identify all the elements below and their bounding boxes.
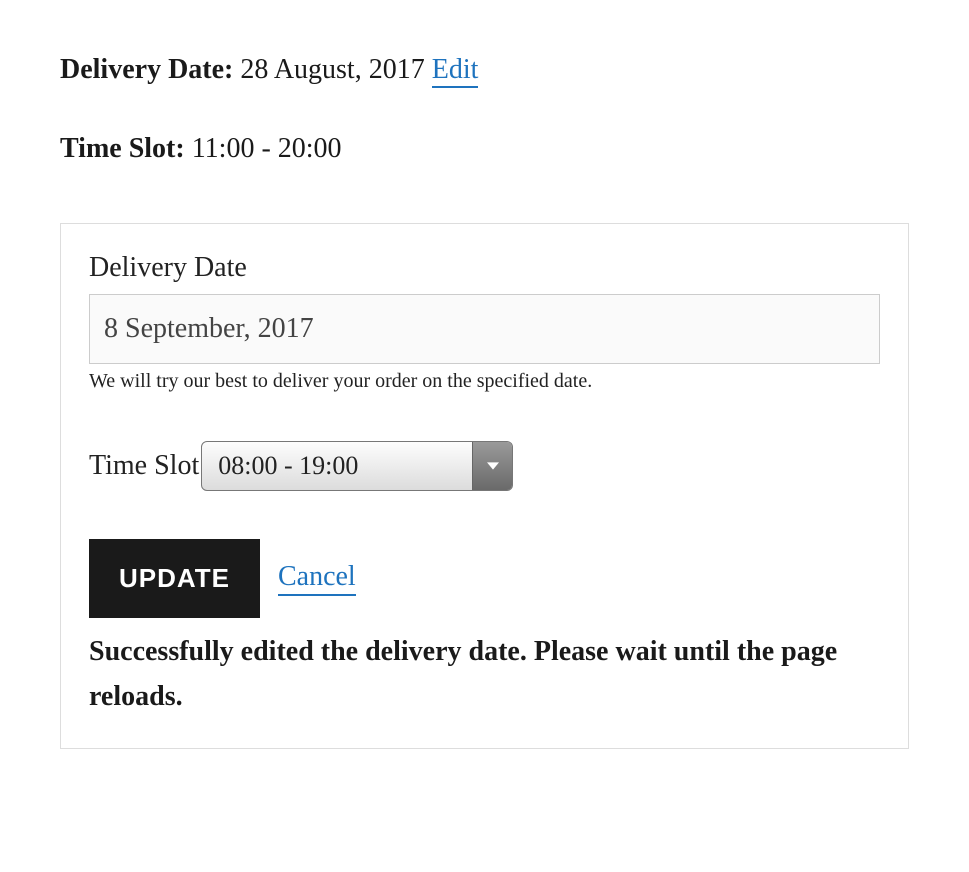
success-message: Successfully edited the delivery date. P…	[89, 630, 880, 720]
delivery-date-field-label: Delivery Date	[89, 252, 880, 284]
time-slot-summary: Time Slot: 11:00 - 20:00	[60, 129, 909, 168]
time-slot-value: 11:00 - 20:00	[192, 133, 342, 164]
delivery-date-summary: Delivery Date: 28 August, 2017 Edit	[60, 50, 909, 89]
cancel-link[interactable]: Cancel	[278, 561, 356, 596]
update-button[interactable]: UPDATE	[89, 539, 260, 618]
time-slot-label: Time Slot:	[60, 133, 185, 164]
time-slot-selected-value: 08:00 - 19:00	[202, 442, 472, 490]
delivery-date-value: 28 August, 2017	[240, 54, 424, 85]
time-slot-row: Time Slot 08:00 - 19:00	[89, 441, 880, 491]
delivery-date-helper: We will try our best to deliver your ord…	[89, 370, 880, 393]
delivery-date-input[interactable]	[89, 294, 880, 364]
edit-link[interactable]: Edit	[432, 54, 479, 88]
form-actions: UPDATE Cancel	[89, 539, 880, 618]
time-slot-select[interactable]: 08:00 - 19:00	[201, 441, 513, 491]
chevron-down-icon	[472, 442, 512, 490]
delivery-date-label: Delivery Date:	[60, 54, 233, 85]
edit-form: Delivery Date We will try our best to de…	[60, 223, 909, 749]
time-slot-field-label: Time Slot	[89, 450, 199, 482]
